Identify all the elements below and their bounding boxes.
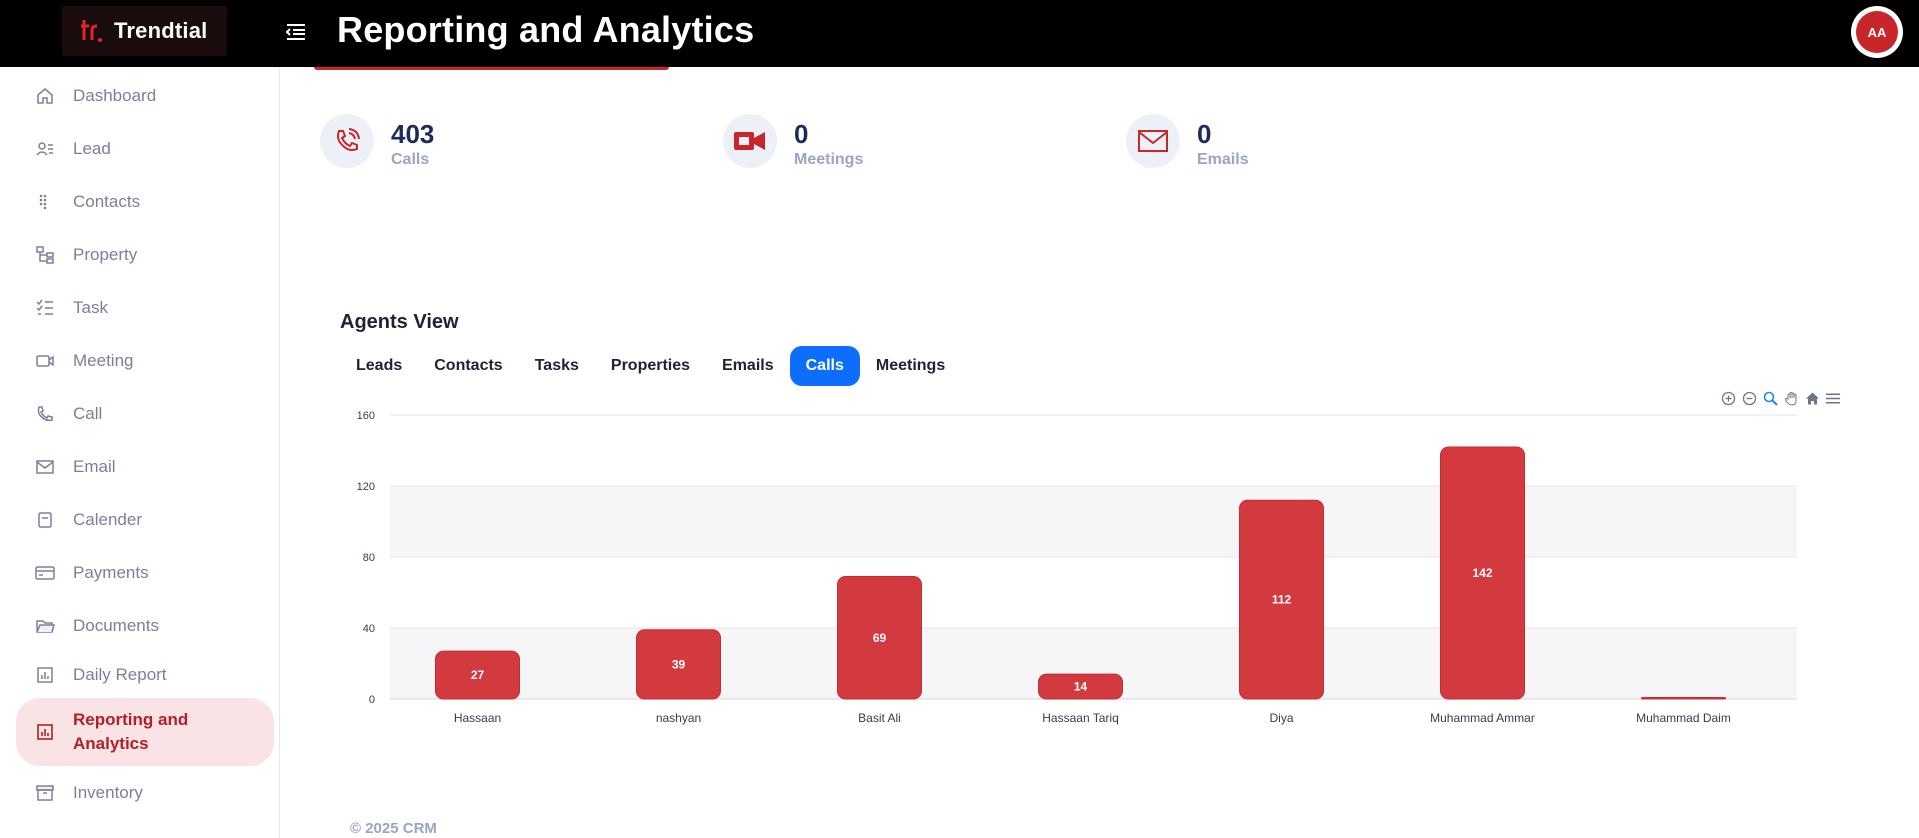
y-tick-label: 0 xyxy=(369,694,375,706)
mail-icon xyxy=(1126,114,1180,168)
sidebar-item-task[interactable]: Task xyxy=(16,285,274,331)
phone-icon xyxy=(320,114,374,168)
bar-data-label: 27 xyxy=(471,668,485,682)
sidebar-item-inventory[interactable]: Inventory xyxy=(16,770,274,816)
y-tick-label: 120 xyxy=(357,481,375,493)
tab-emails[interactable]: Emails xyxy=(706,346,790,386)
sidebar-item-calendar[interactable]: Calender xyxy=(16,497,274,543)
tab-calls[interactable]: Calls xyxy=(789,346,860,386)
page-title: Reporting and Analytics xyxy=(337,9,755,50)
bar xyxy=(1641,697,1726,700)
sidebar-item-label: Payments xyxy=(73,563,149,582)
video-icon xyxy=(723,114,777,168)
stat-value: 0 xyxy=(794,119,809,149)
tab-properties[interactable]: Properties xyxy=(595,346,706,386)
brand-logo[interactable]: Trendtial xyxy=(62,6,227,56)
tab-meetings[interactable]: Meetings xyxy=(860,346,961,386)
bar-chart-svg: 0 40 80 120 160 27 Hassaan 39 nashyan 69 Basit Ali… xyxy=(357,410,1797,725)
sidebar-item-label: Task xyxy=(73,298,108,317)
bar-data-label: 142 xyxy=(1472,566,1492,580)
agents-calls-chart: 0 40 80 120 160 27 Hassaan 39 nashyan 69 Basit Ali… xyxy=(340,385,1850,740)
tab-contacts[interactable]: Contacts xyxy=(418,346,518,386)
contacts-icon xyxy=(34,191,56,213)
agents-view-tabs: Leads Contacts Tasks Properties Emails C… xyxy=(340,346,961,386)
sidebar-item-payments[interactable]: Payments xyxy=(16,550,274,596)
sidebar-item-label: Documents xyxy=(73,616,159,635)
sidebar-item-documents[interactable]: Documents xyxy=(16,603,274,649)
inventory-icon xyxy=(34,782,56,804)
x-tick-label: Diya xyxy=(1269,711,1293,725)
sidebar-toggle-icon[interactable] xyxy=(284,20,308,44)
sidebar-item-reporting-and-analytics[interactable]: Reporting and Analytics xyxy=(16,698,274,766)
x-tick-label: Muhammad Daim xyxy=(1636,711,1731,725)
x-tick-label: Hassaan xyxy=(454,711,501,725)
lead-icon xyxy=(34,138,56,160)
x-tick-label: nashyan xyxy=(656,711,701,725)
bar-data-label: 69 xyxy=(873,631,887,645)
trendtial-logo-icon xyxy=(80,16,102,46)
email-icon xyxy=(34,456,56,478)
stat-label: Meetings xyxy=(794,151,864,168)
sidebar-item-property[interactable]: Property xyxy=(16,232,274,278)
analytics-icon xyxy=(34,721,56,743)
user-avatar[interactable]: AA xyxy=(1851,6,1903,58)
sidebar-item-label: Dashboard xyxy=(73,86,157,105)
sidebar-item-label: Meeting xyxy=(73,351,134,370)
y-tick-label: 160 xyxy=(357,410,375,422)
tab-leads[interactable]: Leads xyxy=(340,346,418,386)
folder-icon xyxy=(34,615,56,637)
call-icon xyxy=(34,403,56,425)
sidebar-item-meeting[interactable]: Meeting xyxy=(16,338,274,384)
sidebar-item-email[interactable]: Email xyxy=(16,444,274,490)
sidebar-item-label: Email xyxy=(73,457,116,476)
sidebar-item-label: Property xyxy=(73,245,138,264)
x-tick-label: Muhammad Ammar xyxy=(1430,711,1535,725)
bar-data-label: 14 xyxy=(1074,680,1088,694)
sidebar: Dashboard Lead Contacts Property Task Me… xyxy=(0,67,280,838)
sidebar-item-label: Inventory xyxy=(73,783,143,802)
sidebar-item-lead[interactable]: Lead xyxy=(16,126,274,172)
sidebar-item-label: Calender xyxy=(73,510,142,529)
footer-copyright: © 2025 CRM xyxy=(350,820,437,837)
stat-emails: 0 Emails xyxy=(1126,114,1249,168)
brand-name: Trendtial xyxy=(114,18,208,43)
top-bar: Trendtial Reporting and Analytics AA xyxy=(0,0,1919,67)
payments-icon xyxy=(34,562,56,584)
bar-data-label: 112 xyxy=(1272,593,1292,607)
sidebar-item-label: Reporting and Analytics xyxy=(73,710,189,753)
avatar-initials: AA xyxy=(1856,11,1898,53)
sidebar-item-label: Contacts xyxy=(73,192,141,211)
y-tick-label: 80 xyxy=(363,552,375,564)
sidebar-item-label: Daily Report xyxy=(73,665,167,684)
sidebar-item-label: Lead xyxy=(73,139,111,158)
sidebar-item-label: Call xyxy=(73,404,103,423)
stat-label: Emails xyxy=(1197,151,1249,168)
property-icon xyxy=(34,244,56,266)
x-tick-label: Basit Ali xyxy=(858,711,901,725)
sidebar-item-call[interactable]: Call xyxy=(16,391,274,437)
sidebar-item-dashboard[interactable]: Dashboard xyxy=(16,73,274,119)
home-icon xyxy=(34,85,56,107)
stat-label: Calls xyxy=(391,151,430,168)
stat-meetings: 0 Meetings xyxy=(723,114,863,168)
sidebar-item-contacts[interactable]: Contacts xyxy=(16,179,274,225)
bar-data-label: 39 xyxy=(672,657,686,671)
stat-value: 403 xyxy=(391,119,435,149)
x-tick-label: Hassaan Tariq xyxy=(1042,711,1119,725)
task-icon xyxy=(34,297,56,319)
section-accent-bar xyxy=(314,67,669,70)
stat-calls: 403 Calls xyxy=(320,114,434,168)
grid-band xyxy=(390,486,1797,557)
meeting-icon xyxy=(34,350,56,372)
stat-value: 0 xyxy=(1197,119,1212,149)
agents-view-title: Agents View xyxy=(340,311,459,333)
daily-report-icon xyxy=(34,664,56,686)
y-tick-label: 40 xyxy=(363,623,375,635)
calendar-icon xyxy=(34,509,56,531)
tab-tasks[interactable]: Tasks xyxy=(519,346,595,386)
sidebar-item-daily-report[interactable]: Daily Report xyxy=(16,652,274,698)
